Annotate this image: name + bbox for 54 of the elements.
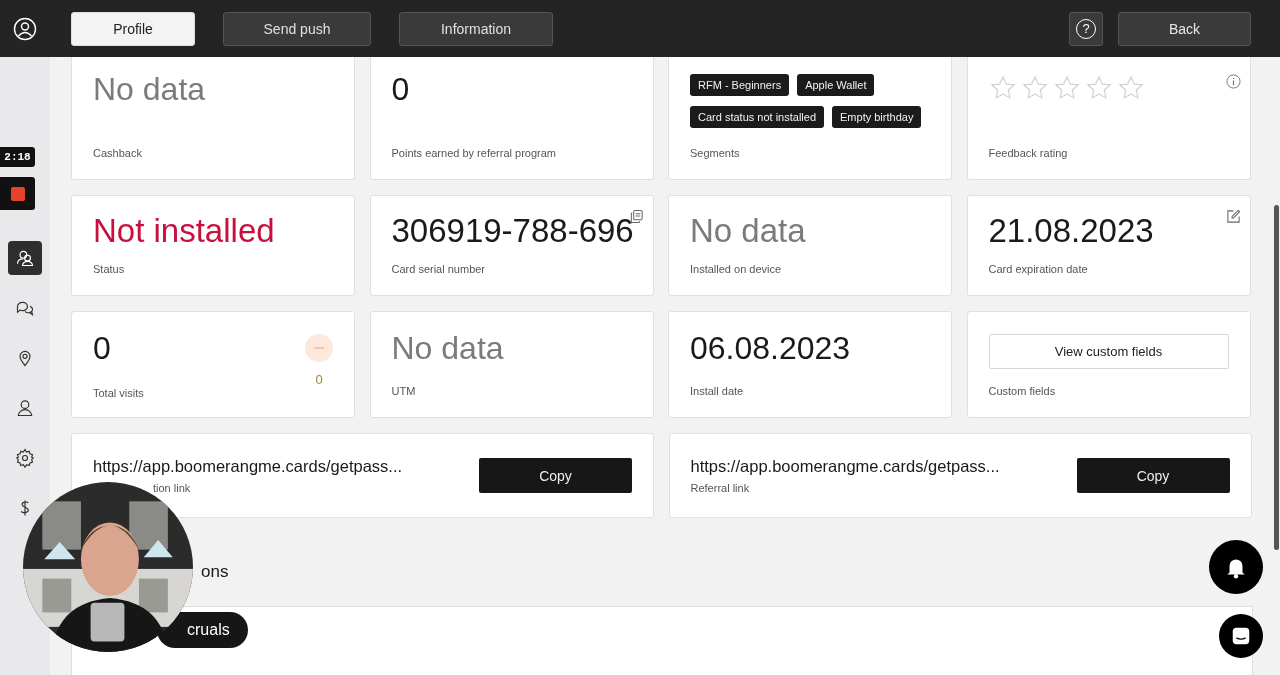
card-label: Card expiration date xyxy=(988,263,1089,275)
card-value: Not installed xyxy=(93,213,275,249)
settings-icon xyxy=(15,448,35,468)
view-fields-button[interactable]: View custom fields xyxy=(988,334,1229,369)
card-value: No data xyxy=(690,213,806,249)
chat-icon xyxy=(1230,625,1252,647)
nav-tab[interactable]: Information xyxy=(399,11,553,46)
card-value: 21.08.2023 xyxy=(988,213,1154,249)
card-label: Cashback xyxy=(93,147,143,159)
card-label: Custom fields xyxy=(988,385,1057,397)
card-value: 0 xyxy=(93,330,111,366)
person-icon xyxy=(15,398,35,418)
link-url[interactable]: https://app.boomerangme.cards/getpass... xyxy=(690,457,1000,476)
card-value: No data xyxy=(391,330,504,366)
segment-tag: RFM - Beginners xyxy=(690,74,790,96)
link-url[interactable]: https://app.boomerangme.cards/getpass... xyxy=(93,457,403,476)
scrollbar[interactable] xyxy=(1274,205,1279,550)
segment-tag: Card status not installed xyxy=(690,106,824,128)
accruals-button[interactable]: cruals xyxy=(157,612,248,648)
link-label: Referral link xyxy=(690,482,751,494)
recording-timer: 2:18 xyxy=(0,147,35,167)
copy-button[interactable]: Copy xyxy=(1076,458,1230,493)
stop-record-button[interactable] xyxy=(0,177,35,210)
card-label: Install date xyxy=(690,385,745,397)
segment-tag: Apple Wallet xyxy=(797,74,875,96)
change-value: 0 xyxy=(315,372,323,387)
section-title: ons xyxy=(201,562,229,582)
card-label: Card serial number xyxy=(391,263,487,275)
card-label: Total visits xyxy=(93,387,145,399)
back-button[interactable]: Back xyxy=(1118,11,1251,46)
card-label: Segments xyxy=(690,147,741,159)
card-value: 0 xyxy=(391,71,410,107)
card-value: No data xyxy=(93,71,206,107)
help-button[interactable]: ? xyxy=(1069,11,1103,46)
nav-tab[interactable]: Profile xyxy=(71,11,195,46)
card-value: 306919-788-696 xyxy=(391,213,634,249)
account-icon[interactable] xyxy=(13,16,37,41)
notification-button[interactable] xyxy=(1209,540,1263,594)
minus-icon xyxy=(305,334,333,362)
copy-button[interactable]: Copy xyxy=(479,458,632,493)
link-label: tion link xyxy=(152,482,192,494)
card-label: Points earned by referral program xyxy=(391,147,557,159)
users-icon xyxy=(15,248,35,268)
edit-icon[interactable] xyxy=(1225,209,1241,224)
sidebar-item[interactable] xyxy=(8,241,42,275)
sidebar-item[interactable] xyxy=(13,446,37,470)
nav-tab[interactable]: Send push xyxy=(223,11,371,46)
card-value: 06.08.2023 xyxy=(690,330,851,366)
card-label: Installed on device xyxy=(690,263,783,275)
info-icon[interactable] xyxy=(1225,74,1241,89)
card-label: UTM xyxy=(391,385,417,397)
segment-tag: Empty birthday xyxy=(832,106,922,128)
card-label: Status xyxy=(93,263,126,275)
card-label: Feedback rating xyxy=(988,147,1069,159)
